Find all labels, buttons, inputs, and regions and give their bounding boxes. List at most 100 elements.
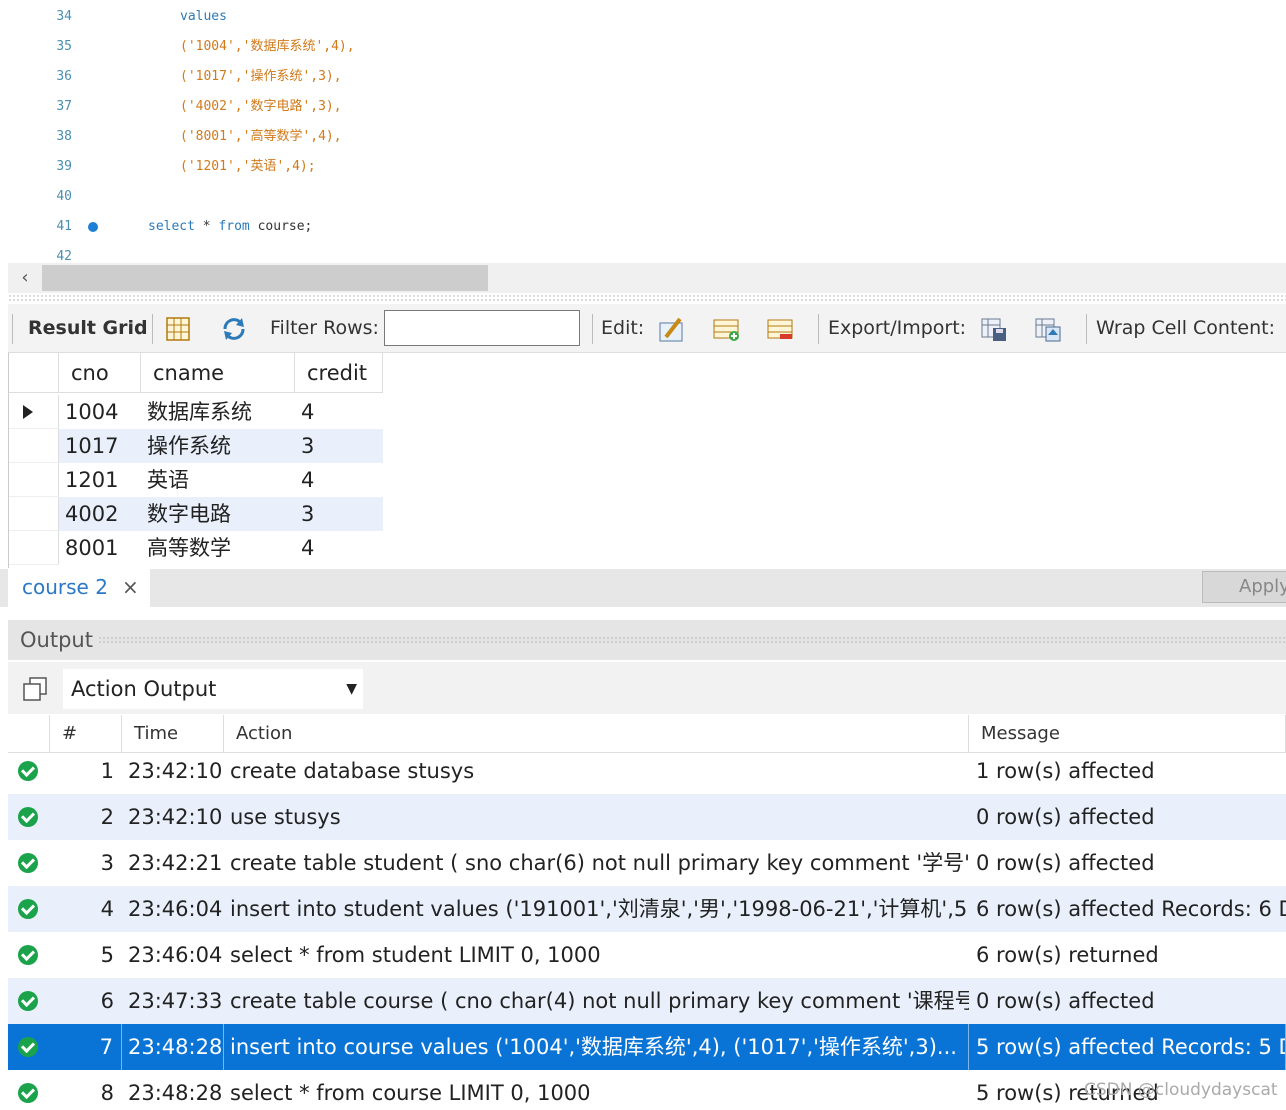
close-icon[interactable]: × <box>122 575 139 599</box>
code-line: 41 select * from course; <box>8 212 1286 242</box>
code-line: 34 values <box>8 2 1286 32</box>
column-header-cno[interactable]: cno <box>59 353 141 393</box>
result-grid[interactable]: cno cname credit 1004 数据库系统 4 1017 操作系统 … <box>8 353 383 568</box>
output-table[interactable]: # Time Action Message 1 23:42:10 create … <box>8 715 1286 1110</box>
grid-cell[interactable]: 4 <box>295 463 383 497</box>
row-header[interactable] <box>9 429 59 463</box>
column-header-cname[interactable]: cname <box>141 353 295 393</box>
row-header-corner <box>9 353 59 393</box>
apply-button[interactable]: Apply <box>1202 571 1286 603</box>
result-grid-tab[interactable]: Result Grid <box>28 316 148 340</box>
refresh-icon[interactable] <box>220 315 248 343</box>
grid-cell[interactable]: 4 <box>295 531 383 565</box>
grid-cell[interactable]: 3 <box>295 497 383 531</box>
row-time: 23:46:04 <box>128 943 223 967</box>
grid-cell[interactable]: 高等数学 <box>141 531 295 565</box>
grid-row[interactable]: 1201 英语 4 <box>9 463 383 497</box>
export-icon[interactable] <box>980 315 1008 343</box>
grid-cell[interactable]: 1201 <box>59 463 141 497</box>
output-row[interactable]: 5 23:46:04 select * from student LIMIT 0… <box>8 932 1286 978</box>
grid-row[interactable]: 1004 数据库系统 4 <box>9 395 383 429</box>
scrollbar-thumb[interactable] <box>42 265 488 291</box>
grid-cell[interactable]: 1004 <box>59 395 141 429</box>
grid-row[interactable]: 8001 高等数学 4 <box>9 531 383 565</box>
grid-cell[interactable]: 操作系统 <box>141 429 295 463</box>
tab-label: course 2 <box>22 575 108 599</box>
code-line: 37 ('4002','数字电路',3), <box>8 92 1286 122</box>
grid-row[interactable]: 4002 数字电路 3 <box>9 497 383 531</box>
row-time: 23:42:21 <box>128 851 223 875</box>
filter-rows-input[interactable] <box>384 310 580 346</box>
grid-cell[interactable]: 8001 <box>59 531 141 565</box>
line-number: 41 <box>56 219 72 234</box>
row-message: 1 row(s) affected <box>976 759 1155 783</box>
result-toolbar: Result Grid Filter Rows: Edit: Export/Im… <box>8 304 1286 353</box>
row-number: 5 <box>100 943 114 967</box>
form-editor-icon[interactable] <box>164 315 192 343</box>
output-row[interactable]: 6 23:47:33 create table course ( cno cha… <box>8 978 1286 1024</box>
edit-cell-icon[interactable] <box>658 315 686 343</box>
toolbar-separator <box>12 314 13 344</box>
output-toolbar: Action Output ▼ <box>8 662 1286 714</box>
row-number: 6 <box>100 989 114 1013</box>
column-header-credit[interactable]: credit <box>295 353 383 393</box>
row-header[interactable] <box>9 463 59 497</box>
row-header[interactable] <box>9 395 59 429</box>
code-fragment: course; <box>249 219 313 234</box>
toolbar-separator <box>592 314 593 344</box>
breakpoint-dot-icon[interactable] <box>88 222 98 232</box>
line-number: 36 <box>56 69 72 84</box>
delete-row-icon[interactable] <box>766 315 794 343</box>
import-icon[interactable] <box>1034 315 1062 343</box>
row-number: 4 <box>100 897 114 921</box>
code-text: values <box>180 9 227 24</box>
output-title: Output <box>20 628 93 652</box>
grid-cell[interactable]: 英语 <box>141 463 295 497</box>
row-action: insert into student values ('191001','刘清… <box>230 897 969 921</box>
row-action: create database stusys <box>230 759 475 783</box>
output-row[interactable]: 4 23:46:04 insert into student values ('… <box>8 886 1286 932</box>
row-number: 1 <box>100 759 114 783</box>
panel-splitter[interactable] <box>8 294 1286 302</box>
grid-cell[interactable]: 1017 <box>59 429 141 463</box>
sql-editor[interactable]: 34 values 35 ('1004','数据库系统',4), 36 ('10… <box>8 0 1286 262</box>
keyword-select: select <box>148 219 195 234</box>
output-row[interactable]: 1 23:42:10 create database stusys 1 row(… <box>8 748 1286 794</box>
code-text: ('8001','高等数学',4), <box>180 129 342 144</box>
output-row-selected[interactable]: 7 23:48:28 insert into course values ('1… <box>8 1024 1286 1070</box>
success-check-icon <box>18 945 38 965</box>
grid-row[interactable]: 1017 操作系统 3 <box>9 429 383 463</box>
code-line: 36 ('1017','操作系统',3), <box>8 62 1286 92</box>
filter-rows-label: Filter Rows: <box>270 317 379 339</box>
copy-icon[interactable] <box>22 676 48 702</box>
grid-cell[interactable]: 4 <box>295 395 383 429</box>
row-time: 23:42:10 <box>128 759 223 783</box>
row-number: 8 <box>100 1081 114 1105</box>
row-header[interactable] <box>9 497 59 531</box>
output-row[interactable]: 2 23:42:10 use stusys 0 row(s) affected <box>8 794 1286 840</box>
insert-row-icon[interactable] <box>712 315 740 343</box>
code-line: 35 ('1004','数据库系统',4), <box>8 32 1286 62</box>
output-row[interactable]: 3 23:42:21 create table student ( sno ch… <box>8 840 1286 886</box>
tab-course-2[interactable]: course 2 × <box>8 569 150 607</box>
code-line: 40 <box>8 182 1286 212</box>
output-type-select[interactable]: Action Output ▼ <box>63 669 363 709</box>
success-check-icon <box>18 1083 38 1103</box>
scroll-left-arrow-icon[interactable]: ‹ <box>12 267 38 289</box>
grid-cell[interactable]: 数据库系统 <box>141 395 295 429</box>
grid-cell[interactable]: 4002 <box>59 497 141 531</box>
code-text: select * from course; <box>148 212 312 242</box>
row-action: use stusys <box>230 805 341 829</box>
grid-cell[interactable]: 3 <box>295 429 383 463</box>
toolbar-separator <box>152 314 153 344</box>
code-text: ('1004','数据库系统',4), <box>180 39 355 54</box>
row-time: 23:48:28 <box>128 1081 223 1105</box>
row-message: 6 row(s) affected Records: 6 Dup <box>976 897 1286 921</box>
row-time: 23:48:28 <box>128 1024 224 1070</box>
line-number: 40 <box>56 189 72 204</box>
code-text: ('1017','操作系统',3), <box>180 69 342 84</box>
select-value: Action Output <box>71 677 217 701</box>
editor-horizontal-scrollbar[interactable]: ‹ <box>8 263 1286 293</box>
grid-cell[interactable]: 数字电路 <box>141 497 295 531</box>
row-header[interactable] <box>9 531 59 565</box>
